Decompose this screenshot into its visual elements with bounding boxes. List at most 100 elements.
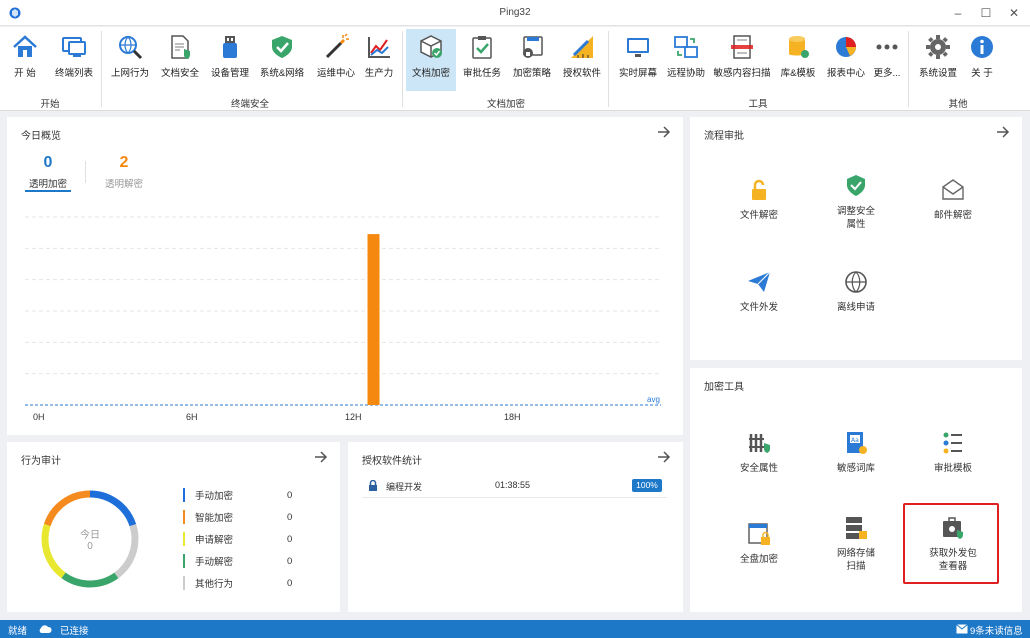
group-label-doc-encrypt: 文档加密 [486,99,525,110]
chart-avg-label: avg [647,395,660,404]
software-time: 01:38:55 [495,480,531,490]
ribbon-item-encrypt-policy[interactable]: 加密策略 [508,29,556,91]
word-library-icon: Aa [847,432,867,454]
ribbon-item-about[interactable]: 关 于 [966,29,998,91]
monitor-list-icon [62,37,86,57]
group-label-endpoint-security: 终端安全 [230,99,269,110]
web-search-icon [119,36,143,60]
message-icon[interactable] [956,624,968,634]
ribbon-item-system-network[interactable]: 系统&网络 [256,29,308,91]
ribbon-item-home[interactable]: 开 始 [8,29,42,91]
tile-file-decrypt[interactable]: 文件解密 [709,177,809,222]
legend-item: 其他行为 0 [183,575,292,591]
globe-icon [845,271,867,293]
tile-adjust-security[interactable]: 调整安全 属性 [806,173,906,231]
gear-icon [926,35,950,59]
tile-full-disk-encrypt[interactable]: 全盘加密 [709,521,809,566]
ribbon-item-productivity[interactable]: 生产力 [362,29,396,91]
legend-item: 手动解密 0 [183,553,292,569]
ribbon-item-ops-center[interactable]: 运维中心 [314,29,358,91]
tile-mail-decrypt[interactable]: 邮件解密 [903,177,1003,222]
chart-bar [367,234,380,405]
paper-plane-icon [748,271,771,292]
ribbon-item-terminal-list[interactable]: 终端列表 [50,29,98,91]
ribbon-item-remote-assist[interactable]: 远程协助 [664,29,708,91]
maximize-button[interactable]: ☐ [972,3,1000,23]
minimize-button[interactable]: – [944,3,972,23]
highlight-box [903,503,999,584]
chart-x-tick-label: 0H [33,412,45,422]
shield-check-icon [847,175,865,196]
arrow-right-icon[interactable] [996,125,1010,139]
unlock-icon [752,179,766,200]
panel-title: 今日概览 [21,131,61,142]
ribbon-item-device-mgmt[interactable]: 设备管理 [208,29,252,91]
mail-icon [942,179,964,200]
ribbon-item-report-center[interactable]: 报表中心 [824,29,868,91]
svg-text:Aa: Aa [851,437,859,444]
software-name: 编程开发 [386,482,423,492]
encryption-tools-panel: 加密工具 安全属性 Aa 敏感词库 审批模板 全盘加密 网络存储 扫描 获取外发… [690,368,1022,612]
tile-approval-templates[interactable]: 审批模板 [903,430,1003,475]
tile-security-attributes[interactable]: 安全属性 [709,430,809,475]
legend-item: 申请解密 0 [183,531,292,547]
tile-file-outgoing[interactable]: 文件外发 [709,269,809,314]
status-bar: 就绪 已连接 9条未读信息 [0,620,1030,638]
tile-network-storage-scan[interactable]: 网络存储 扫描 [806,515,906,573]
ribbon-item-doc-security[interactable]: 文档安全 [158,29,202,91]
ribbon-separator [608,31,609,107]
donut-center-value: 0 [87,541,93,552]
ribbon-item-realtime-screen[interactable]: 实时屏幕 [616,29,660,91]
shield-firewall-icon [272,36,292,58]
behavior-audit-panel: 行为审计 今日 0 手动加密 0 智能加密 0 申请解密 0 手动解密 0 其他行为 0 [7,442,340,612]
workflow-approval-panel: 流程审批 文件解密 调整安全 属性 邮件解密 文件外发 离线申请 [690,117,1022,360]
tile-sensitive-words[interactable]: Aa 敏感词库 [806,430,906,475]
legend-item: 智能加密 0 [183,509,292,525]
active-tab-underline [25,190,71,192]
ribbon-toolbar: 开 始 终端列表 上网行为 文档安全 设备管理 系统&网络 运维中心 生产力 文… [0,27,1030,111]
ribbon-item-approval-tasks[interactable]: 审批任务 [460,29,504,91]
table-row[interactable]: 编程开发 01:38:55 100% [362,478,667,498]
ribbon-item-system-settings[interactable]: 系统设置 [916,29,960,91]
productivity-chart-icon [368,37,390,58]
cube-encrypt-icon [420,35,442,58]
stat-transparent-decrypt[interactable]: 2 透明解密 [101,154,147,190]
stat-transparent-encrypt[interactable]: 0 透明加密 [25,154,71,190]
arrow-right-icon[interactable] [657,450,671,464]
panel-title: 加密工具 [704,382,744,393]
software-stats-panel: 授权软件统计 编程开发 01:38:55 100% [348,442,683,612]
ribbon-item-library-templates[interactable]: 库&模板 [778,29,818,91]
home-icon [13,35,37,57]
group-label-other: 其他 [948,99,968,110]
group-label-start: 开始 [40,99,60,110]
ribbon-item-doc-encrypt[interactable]: 文档加密 [406,29,456,91]
lock-icon [369,480,377,491]
legend-item: 手动加密 0 [183,487,292,503]
chart-x-tick-label: 6H [186,412,198,422]
ribbon-item-sensitive-scan[interactable]: 敏感内容扫描 [712,29,772,91]
ribbon-separator [402,31,403,107]
close-button[interactable]: ✕ [1000,3,1028,23]
tile-offline-apply[interactable]: 离线申请 [806,269,906,314]
status-unread-messages[interactable]: 9条未读信息 [970,623,1023,637]
arrow-right-icon[interactable] [314,450,328,464]
donut-center-label: 今日 [80,530,100,541]
chart-x-tick-label: 18H [504,412,521,422]
overview-bar-chart: avg 0H 6H 12H 18H [25,216,661,422]
title-bar: Ping32 – ☐ ✕ [0,0,1030,26]
group-label-tools: 工具 [748,99,768,110]
scan-document-icon [731,35,753,59]
ribbon-separator [908,31,909,107]
document-shield-icon [171,35,190,59]
ribbon-item-licensed-software[interactable]: 授权软件 [560,29,604,91]
lock-policy-icon [523,36,543,58]
stat-divider [85,161,86,183]
ribbon-item-more[interactable]: 更多... [872,29,902,91]
ribbon-separator [101,31,102,107]
window-title: Ping32 [499,7,531,18]
info-icon [971,36,993,58]
pie-chart-icon [836,37,856,57]
arrow-right-icon[interactable] [657,125,671,139]
magic-wand-icon [325,33,349,59]
ribbon-item-web-behavior[interactable]: 上网行为 [108,29,152,91]
